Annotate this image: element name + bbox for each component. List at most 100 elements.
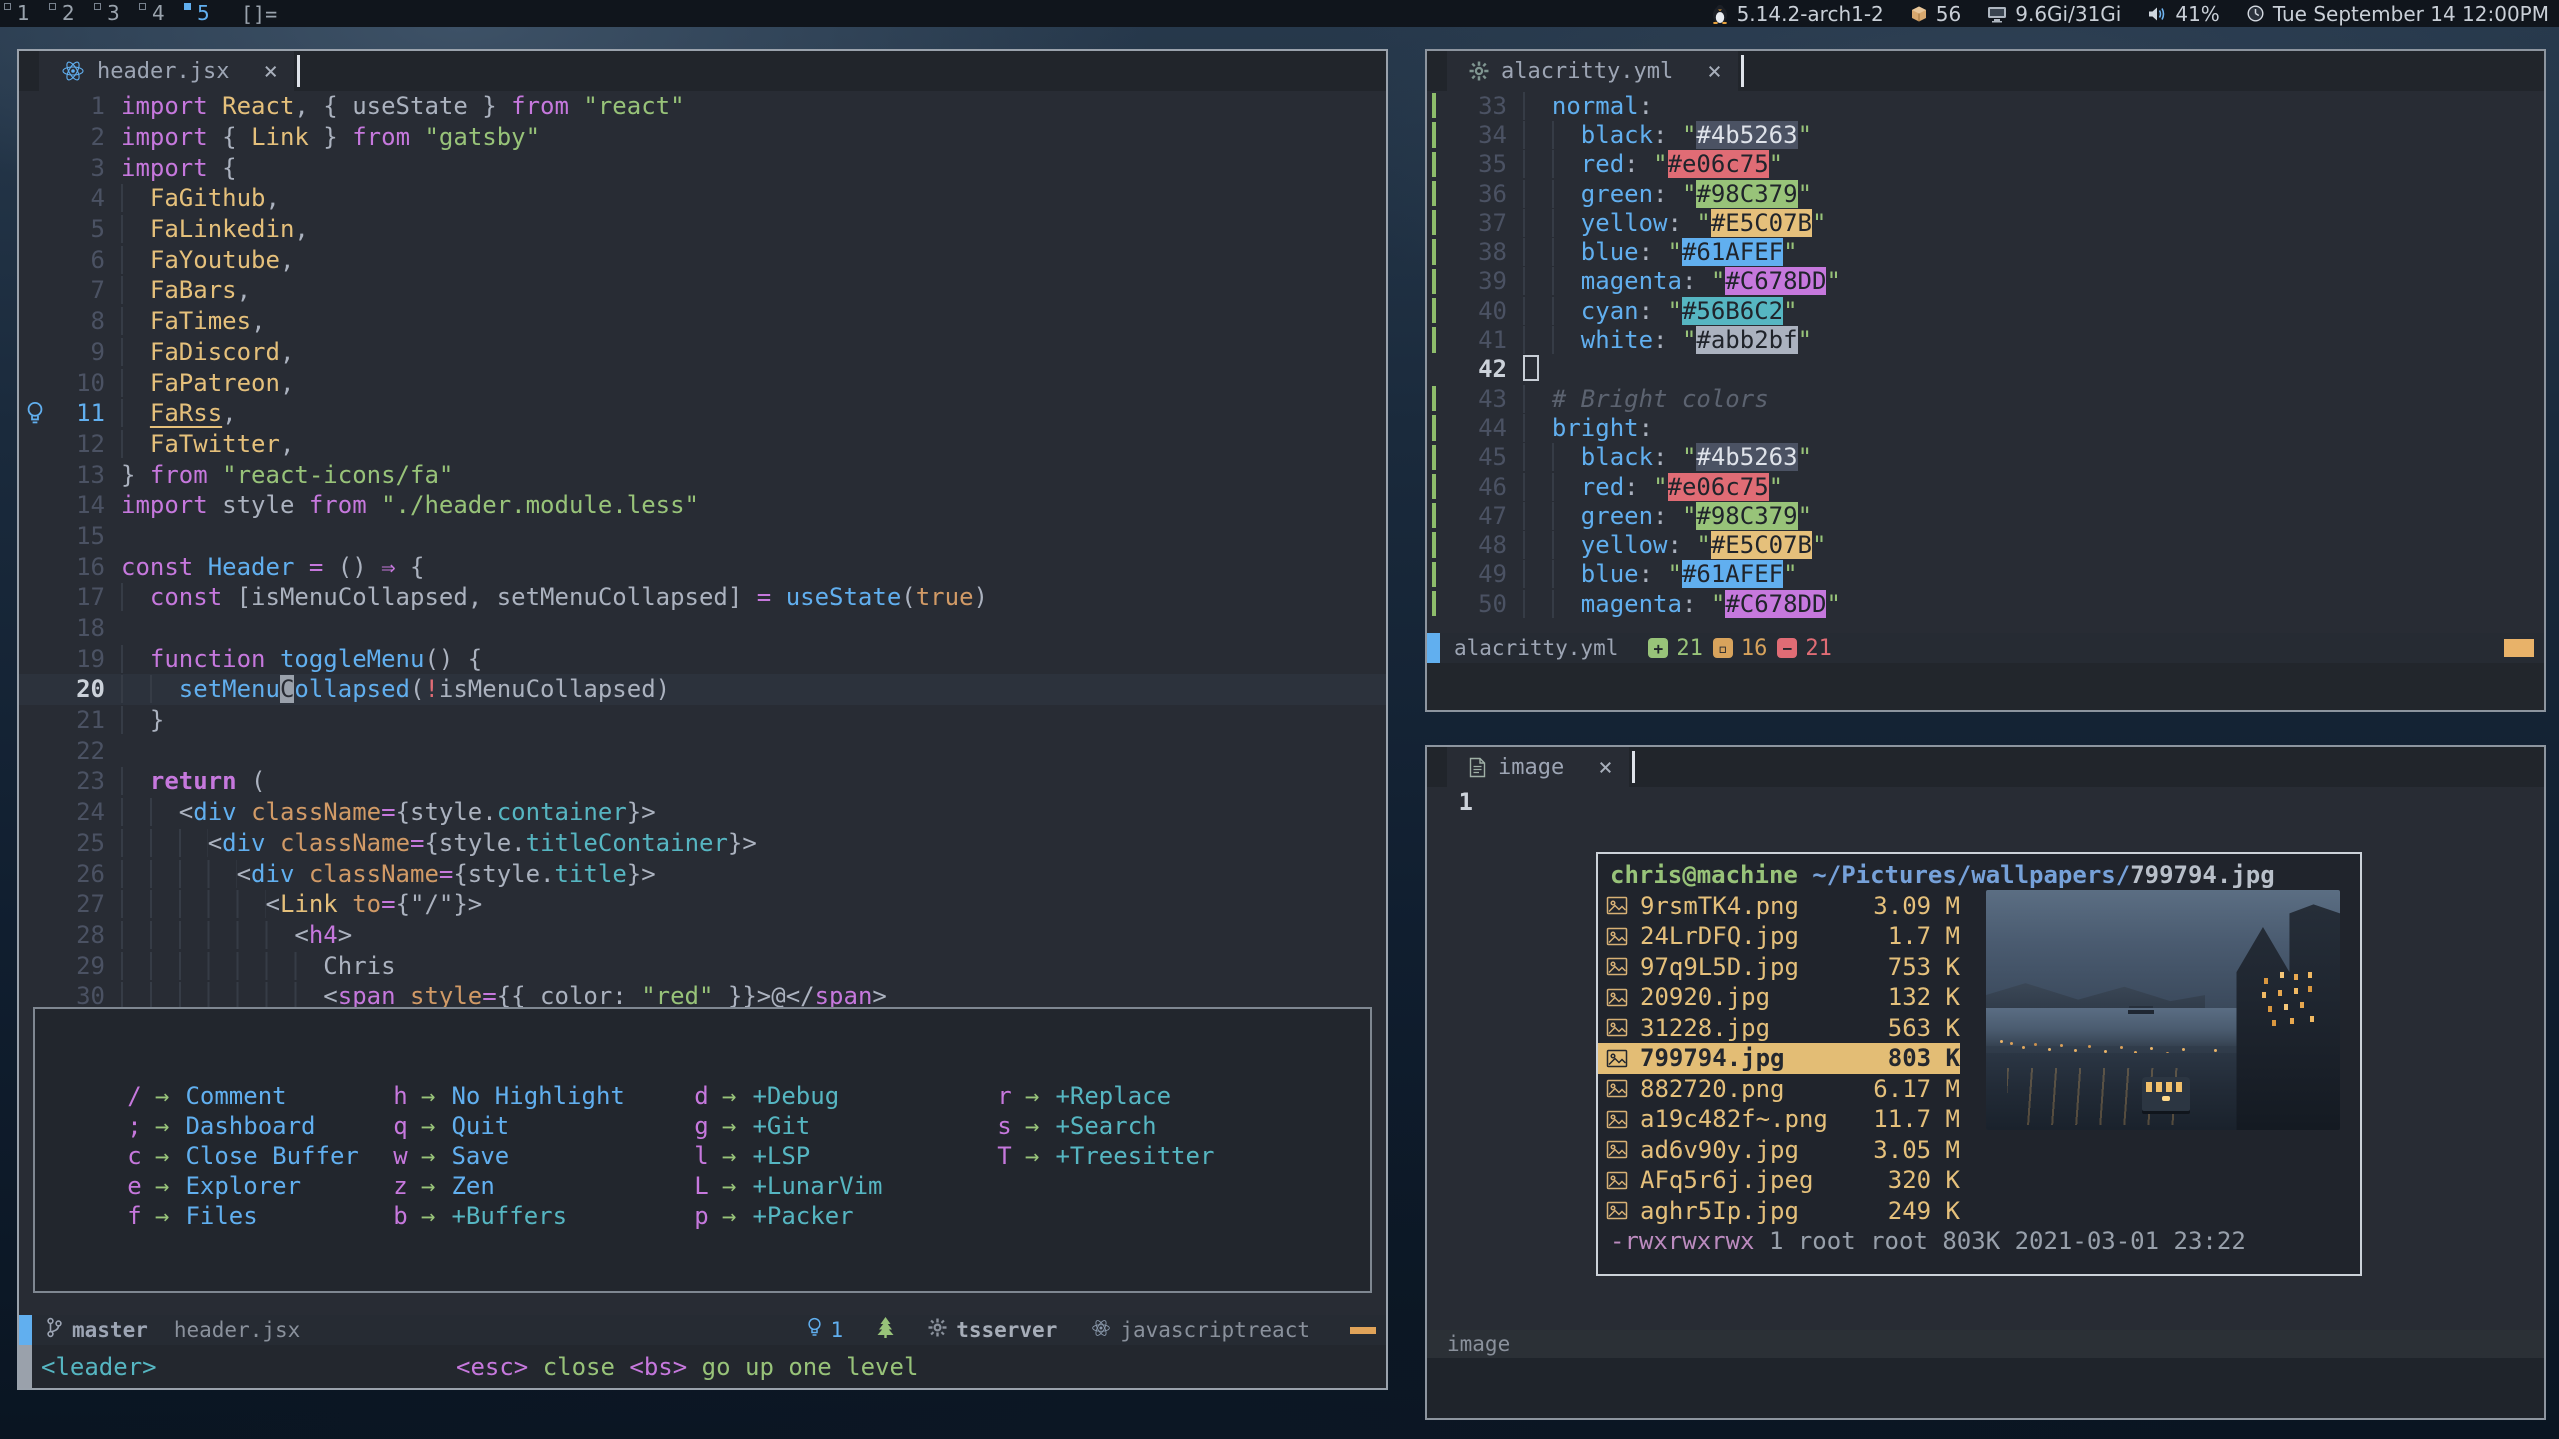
code-line[interactable]: 50 magenta: "#C678DD"	[1427, 589, 2544, 618]
gutter	[19, 214, 53, 245]
tab-alacritty-yml[interactable]: alacritty.yml ×	[1447, 51, 1738, 91]
git-sign-added	[1427, 91, 1455, 120]
token: to	[352, 890, 381, 918]
token: >	[338, 921, 352, 949]
code-line[interactable]: 15	[19, 521, 1386, 552]
file-permissions-row: -rwxrwxrwx 1 root root 803K 2021-03-01 2…	[1598, 1226, 2360, 1257]
workspace-2[interactable]: 2	[45, 0, 90, 27]
close-icon[interactable]: ×	[1707, 57, 1721, 85]
git-sign-added	[1427, 179, 1455, 208]
code-line[interactable]: 36 green: "#98C379"	[1427, 179, 2544, 208]
scroll-indicator[interactable]	[1350, 1327, 1376, 1334]
lightbulb-icon[interactable]	[24, 401, 46, 432]
token	[1523, 473, 1581, 501]
close-icon[interactable]: ×	[1598, 753, 1612, 781]
code-text: FaTwitter,	[121, 430, 294, 458]
file-row[interactable]: 882720.png6.17 M	[1598, 1074, 1960, 1105]
code-line[interactable]: 49 blue: "#61AFEF"	[1427, 560, 2544, 589]
code-line[interactable]: 42	[1427, 355, 2544, 384]
line-number: 33	[1455, 92, 1507, 120]
close-icon[interactable]: ×	[263, 57, 277, 85]
layout-symbol[interactable]: []=	[241, 2, 277, 26]
code-line[interactable]: 1import React, { useState } from "react"	[19, 91, 1386, 122]
code-line[interactable]: 40 cyan: "#56B6C2"	[1427, 296, 2544, 325]
file-row[interactable]: ad6v90y.jpg3.05 M	[1598, 1135, 1960, 1166]
which-key-binding--lunarvim: L→+LunarVim	[694, 1171, 883, 1201]
code-line[interactable]: 19 function toggleMenu() {	[19, 643, 1386, 674]
code-line[interactable]: 44 bright:	[1427, 413, 2544, 442]
tab-title: alacritty.yml	[1501, 59, 1673, 84]
binding-label: Explorer	[185, 1172, 301, 1200]
file-row[interactable]: 20920.jpg132 K	[1598, 982, 1960, 1013]
code-line[interactable]: 21 }	[19, 705, 1386, 736]
code-line[interactable]: 18	[19, 613, 1386, 644]
code-line[interactable]: 20 setMenuCollapsed(!isMenuCollapsed)	[19, 674, 1386, 705]
code-line[interactable]: 23 return (	[19, 766, 1386, 797]
code-line[interactable]: 13} from "react-icons/fa"	[19, 459, 1386, 490]
token: "	[1668, 560, 1682, 588]
code-line[interactable]: 11 FaRss,	[19, 398, 1386, 429]
token: ,	[222, 399, 236, 427]
code-line[interactable]: 34 black: "#4b5263"	[1427, 120, 2544, 149]
workspace-3[interactable]: 3	[90, 0, 135, 27]
file-row[interactable]: 9rsmTK4.png3.09 M	[1598, 891, 1960, 922]
arrow-icon: →	[408, 1142, 451, 1170]
code-line[interactable]: 4 FaGithub,	[19, 183, 1386, 214]
file-row[interactable]: 31228.jpg563 K	[1598, 1013, 1960, 1044]
volume-icon	[2147, 5, 2167, 23]
token: "	[1653, 473, 1667, 501]
code-line[interactable]: 43 # Bright colors	[1427, 384, 2544, 413]
workspace-1[interactable]: 1	[0, 0, 45, 27]
workspace-5-active[interactable]: 5	[180, 0, 225, 27]
code-line[interactable]: 48 yellow: "#E5C07B"	[1427, 530, 2544, 559]
code-line[interactable]: 24 <div className={style.container}>	[19, 797, 1386, 828]
code-line[interactable]: 47 green: "#98C379"	[1427, 501, 2544, 530]
file-row[interactable]: a19c482f~.png11.7 M	[1598, 1104, 1960, 1135]
code-line[interactable]: 29 Chris	[19, 950, 1386, 981]
code-line[interactable]: 5 FaLinkedin,	[19, 214, 1386, 245]
binding-label: Dashboard	[185, 1112, 315, 1140]
code-line[interactable]: 46 red: "#e06c75"	[1427, 472, 2544, 501]
code-line[interactable]: 16const Header = () ⇒ {	[19, 551, 1386, 582]
code-line[interactable]: 8 FaTimes,	[19, 306, 1386, 337]
file-row[interactable]: aghr5Ip.jpg249 K	[1598, 1196, 1960, 1227]
code-line[interactable]: 6 FaYoutube,	[19, 244, 1386, 275]
code-line[interactable]: 39 magenta: "#C678DD"	[1427, 267, 2544, 296]
code-line[interactable]: 7 FaBars,	[19, 275, 1386, 306]
code-text: <div className={style.container}>	[121, 798, 656, 826]
code-line[interactable]: 41 white: "#abb2bf"	[1427, 325, 2544, 354]
scroll-indicator[interactable]	[2504, 639, 2534, 657]
code-line[interactable]: 2import { Link } from "gatsby"	[19, 122, 1386, 153]
workspace-4[interactable]: 4	[135, 0, 180, 27]
code-line[interactable]: 37 yellow: "#E5C07B"	[1427, 208, 2544, 237]
code-line[interactable]: 22	[19, 735, 1386, 766]
code-line[interactable]: 35 red: "#e06c75"	[1427, 150, 2544, 179]
arrow-icon: →	[709, 1082, 752, 1110]
code-line[interactable]: 17 const [isMenuCollapsed, setMenuCollap…	[19, 582, 1386, 613]
gutter	[19, 889, 53, 920]
code-line[interactable]: 3import {	[19, 152, 1386, 183]
code-line[interactable]: 27 <Link to={"/"}>	[19, 889, 1386, 920]
token: {	[222, 123, 251, 151]
code-line[interactable]: 10 FaPatreon,	[19, 367, 1386, 398]
token: red	[1581, 150, 1624, 178]
arrow-icon: →	[142, 1172, 185, 1200]
file-row[interactable]: AFq5r6j.jpeg320 K	[1598, 1165, 1960, 1196]
code-line[interactable]: 28 <h4>	[19, 920, 1386, 951]
binding-label: +Replace	[1055, 1082, 1171, 1110]
code-line[interactable]: 26 <div className={style.title}>	[19, 858, 1386, 889]
code-line[interactable]: 38 blue: "#61AFEF"	[1427, 237, 2544, 266]
code-line[interactable]: 33 normal:	[1427, 91, 2544, 120]
code-text: <h4>	[121, 921, 352, 949]
code-line[interactable]: 25 <div className={style.titleContainer}…	[19, 828, 1386, 859]
code-line[interactable]: 12 FaTwitter,	[19, 429, 1386, 460]
file-row[interactable]: 97q9L5D.jpg753 K	[1598, 952, 1960, 983]
file-row[interactable]: 24LrDFQ.jpg1.7 M	[1598, 921, 1960, 952]
file-row-selected[interactable]: 799794.jpg803 K	[1598, 1043, 1960, 1074]
code-line[interactable]: 14import style from "./header.module.les…	[19, 490, 1386, 521]
token: :	[1639, 92, 1653, 120]
tab-header-jsx[interactable]: header.jsx ×	[39, 51, 294, 91]
code-line[interactable]: 45 black: "#4b5263"	[1427, 443, 2544, 472]
tab-image[interactable]: image ×	[1447, 747, 1629, 787]
code-line[interactable]: 9 FaDiscord,	[19, 337, 1386, 368]
